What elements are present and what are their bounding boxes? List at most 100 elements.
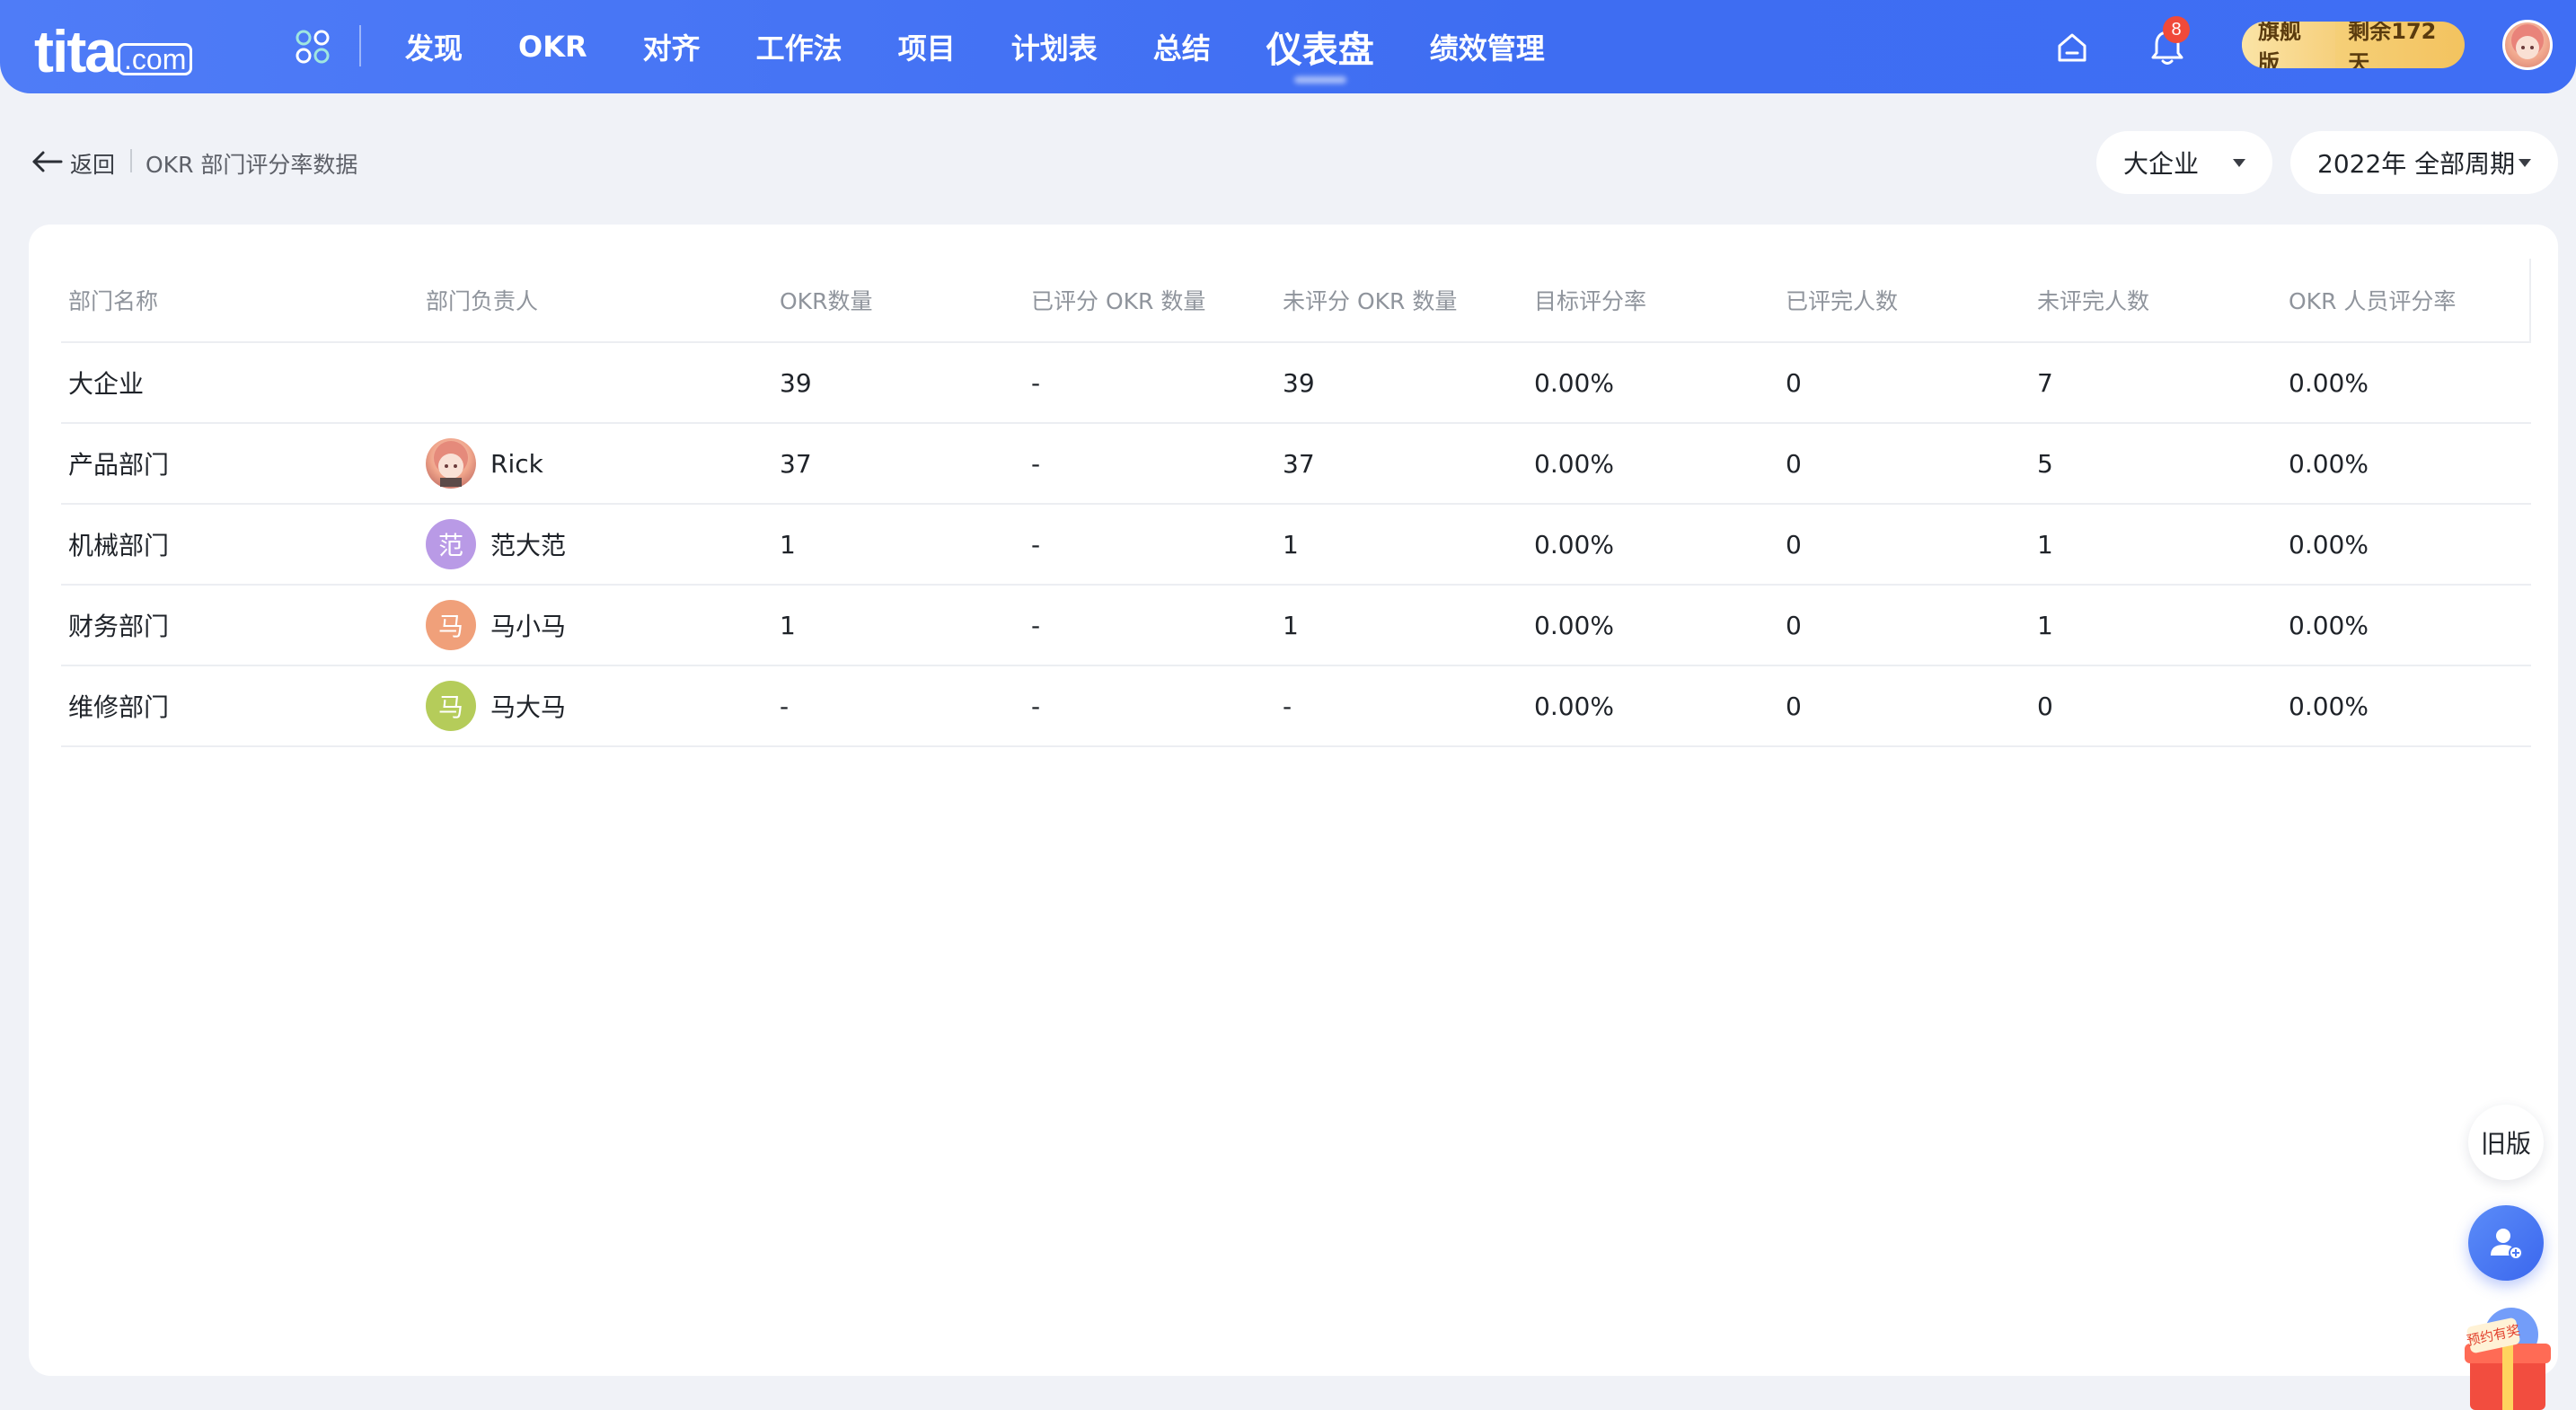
nav-item-dashboard[interactable]: 仪表盘	[1266, 21, 1374, 73]
cell-owner: 马 马大马	[426, 681, 566, 731]
col-header-owner[interactable]: 部门负责人	[426, 284, 538, 316]
nav-item-plan-sheet[interactable]: 计划表	[1011, 26, 1098, 67]
cell-unscored: 37	[1283, 448, 1315, 479]
cell-unscored: 39	[1283, 367, 1315, 398]
owner-name: 马大马	[490, 692, 567, 722]
table-row[interactable]: 维修部门 马 马大马 - - - 0.00% 0 0 0.00%	[61, 666, 2531, 747]
cell-dept: 维修部门	[68, 692, 170, 722]
tita-logo[interactable]: tita .com	[34, 13, 193, 84]
owner-name: 马小马	[490, 612, 567, 641]
cell-target-rate: 0.00%	[1534, 448, 1614, 479]
nav-divider	[359, 25, 361, 66]
plan-name: 旗舰版	[2242, 22, 2336, 68]
col-header-undone-people[interactable]: 未评完人数	[2037, 284, 2149, 316]
period-select-value: 2022年 全部周期	[2317, 149, 2516, 179]
col-header-target-rate[interactable]: 目标评分率	[1534, 284, 1646, 316]
nav-item-performance[interactable]: 绩效管理	[1430, 26, 1545, 67]
logo-main: tita	[34, 18, 118, 84]
old-version-button[interactable]: 旧版	[2468, 1105, 2544, 1180]
cell-target-rate: 0.00%	[1534, 367, 1614, 398]
nav-item-summary[interactable]: 总结	[1153, 26, 1211, 67]
nav-item-discover[interactable]: 发现	[405, 26, 463, 67]
cell-done-people: 0	[1786, 610, 1802, 640]
org-select[interactable]: 大企业	[2096, 131, 2272, 194]
owner-avatar[interactable]: 马	[426, 600, 476, 650]
back-arrow-icon[interactable]	[31, 149, 63, 174]
cell-target-rate: 0.00%	[1534, 610, 1614, 640]
apps-grid-icon[interactable]	[295, 29, 331, 65]
cell-done-people: 0	[1786, 691, 1802, 721]
owner-avatar[interactable]: 范	[426, 519, 476, 569]
nav-item-okr[interactable]: OKR	[518, 30, 587, 64]
org-select-value: 大企业	[2123, 149, 2200, 179]
gift-icon[interactable]: 预约有奖	[2450, 1304, 2562, 1410]
nav-item-project[interactable]: 项目	[898, 26, 956, 67]
nav-item-work-method[interactable]: 工作法	[756, 26, 842, 67]
main-nav: 发现 OKR 对齐 工作法 项目 计划表 总结 仪表盘 绩效管理	[377, 0, 1573, 93]
cell-scored: -	[1031, 367, 1041, 398]
table-header: 部门名称 部门负责人 OKR数量 已评分 OKR 数量 未评分 OKR 数量 目…	[61, 259, 2531, 343]
cell-scored: -	[1031, 691, 1041, 721]
breadcrumb-divider	[130, 149, 132, 172]
col-header-unscored[interactable]: 未评分 OKR 数量	[1283, 284, 1457, 316]
col-header-scored[interactable]: 已评分 OKR 数量	[1031, 284, 1205, 316]
caret-down-icon	[2519, 158, 2531, 167]
nav-item-align[interactable]: 对齐	[643, 26, 701, 67]
cell-dept: 机械部门	[68, 531, 170, 560]
add-user-button[interactable]	[2468, 1205, 2544, 1281]
cell-people-rate: 0.00%	[2289, 529, 2369, 560]
plan-badge[interactable]: 旗舰版 剩余172天	[2242, 22, 2465, 68]
col-header-okr-count[interactable]: OKR数量	[780, 284, 872, 316]
cell-scored: -	[1031, 529, 1041, 560]
col-header-people-rate[interactable]: OKR 人员评分率	[2289, 284, 2456, 316]
plan-days-left: 剩余172天	[2348, 22, 2437, 68]
user-avatar[interactable]	[2502, 20, 2553, 70]
cell-unscored: 1	[1283, 610, 1299, 640]
page-title: OKR 部门评分率数据	[146, 152, 358, 178]
cell-owner: 范 范大范	[426, 519, 566, 569]
table-row[interactable]: 财务部门 马 马小马 1 - 1 0.00% 0 1 0.00%	[61, 586, 2531, 666]
add-user-icon	[2491, 1229, 2523, 1260]
dept-score-table: 部门名称 部门负责人 OKR数量 已评分 OKR 数量 未评分 OKR 数量 目…	[61, 259, 2531, 747]
cell-undone-people: 5	[2037, 448, 2053, 479]
table-row[interactable]: 机械部门 范 范大范 1 - 1 0.00% 0 1 0.00%	[61, 505, 2531, 586]
table-row[interactable]: 产品部门 Rick 37 - 37 0.00% 0 5 0.00%	[61, 424, 2531, 505]
cell-scored: -	[1031, 448, 1041, 479]
table-card: 部门名称 部门负责人 OKR数量 已评分 OKR 数量 未评分 OKR 数量 目…	[29, 225, 2558, 1376]
cell-okr-count: -	[780, 691, 790, 721]
caret-down-icon	[2233, 158, 2245, 167]
cell-target-rate: 0.00%	[1534, 691, 1614, 721]
cell-owner: 马 马小马	[426, 600, 566, 650]
owner-name: 范大范	[490, 531, 567, 560]
notification-badge: 8	[2163, 16, 2190, 43]
owner-avatar[interactable]: 马	[426, 681, 476, 731]
cell-okr-count: 1	[780, 610, 796, 640]
cell-okr-count: 1	[780, 529, 796, 560]
owner-name: Rick	[490, 448, 543, 479]
cell-people-rate: 0.00%	[2289, 691, 2369, 721]
col-header-done-people[interactable]: 已评完人数	[1786, 284, 1898, 316]
cell-people-rate: 0.00%	[2289, 367, 2369, 398]
cell-target-rate: 0.00%	[1534, 529, 1614, 560]
cell-done-people: 0	[1786, 448, 1802, 479]
cell-undone-people: 1	[2037, 610, 2053, 640]
period-select[interactable]: 2022年 全部周期	[2290, 131, 2558, 194]
old-version-label: 旧版	[2480, 1129, 2531, 1159]
avatar-illustration	[2511, 24, 2544, 59]
cell-owner: Rick	[426, 438, 543, 489]
home-icon[interactable]	[2055, 31, 2089, 65]
cell-dept: 财务部门	[68, 612, 170, 641]
table-row[interactable]: 大企业 39 - 39 0.00% 0 7 0.00%	[61, 343, 2531, 424]
cell-unscored: 1	[1283, 529, 1299, 560]
cell-undone-people: 7	[2037, 367, 2053, 398]
logo-suffix: .com	[118, 43, 193, 75]
cell-people-rate: 0.00%	[2289, 610, 2369, 640]
cell-okr-count: 39	[780, 367, 812, 398]
col-header-dept[interactable]: 部门名称	[68, 284, 158, 316]
cell-dept: 产品部门	[68, 450, 170, 480]
avatar-illustration	[434, 441, 468, 487]
owner-avatar[interactable]	[426, 438, 476, 489]
cell-undone-people: 1	[2037, 529, 2053, 560]
back-link[interactable]: 返回	[70, 147, 115, 180]
top-nav-bar: tita .com 发现 OKR 对齐 工作法 项目 计划表 总结 仪表盘 绩效…	[0, 0, 2576, 93]
